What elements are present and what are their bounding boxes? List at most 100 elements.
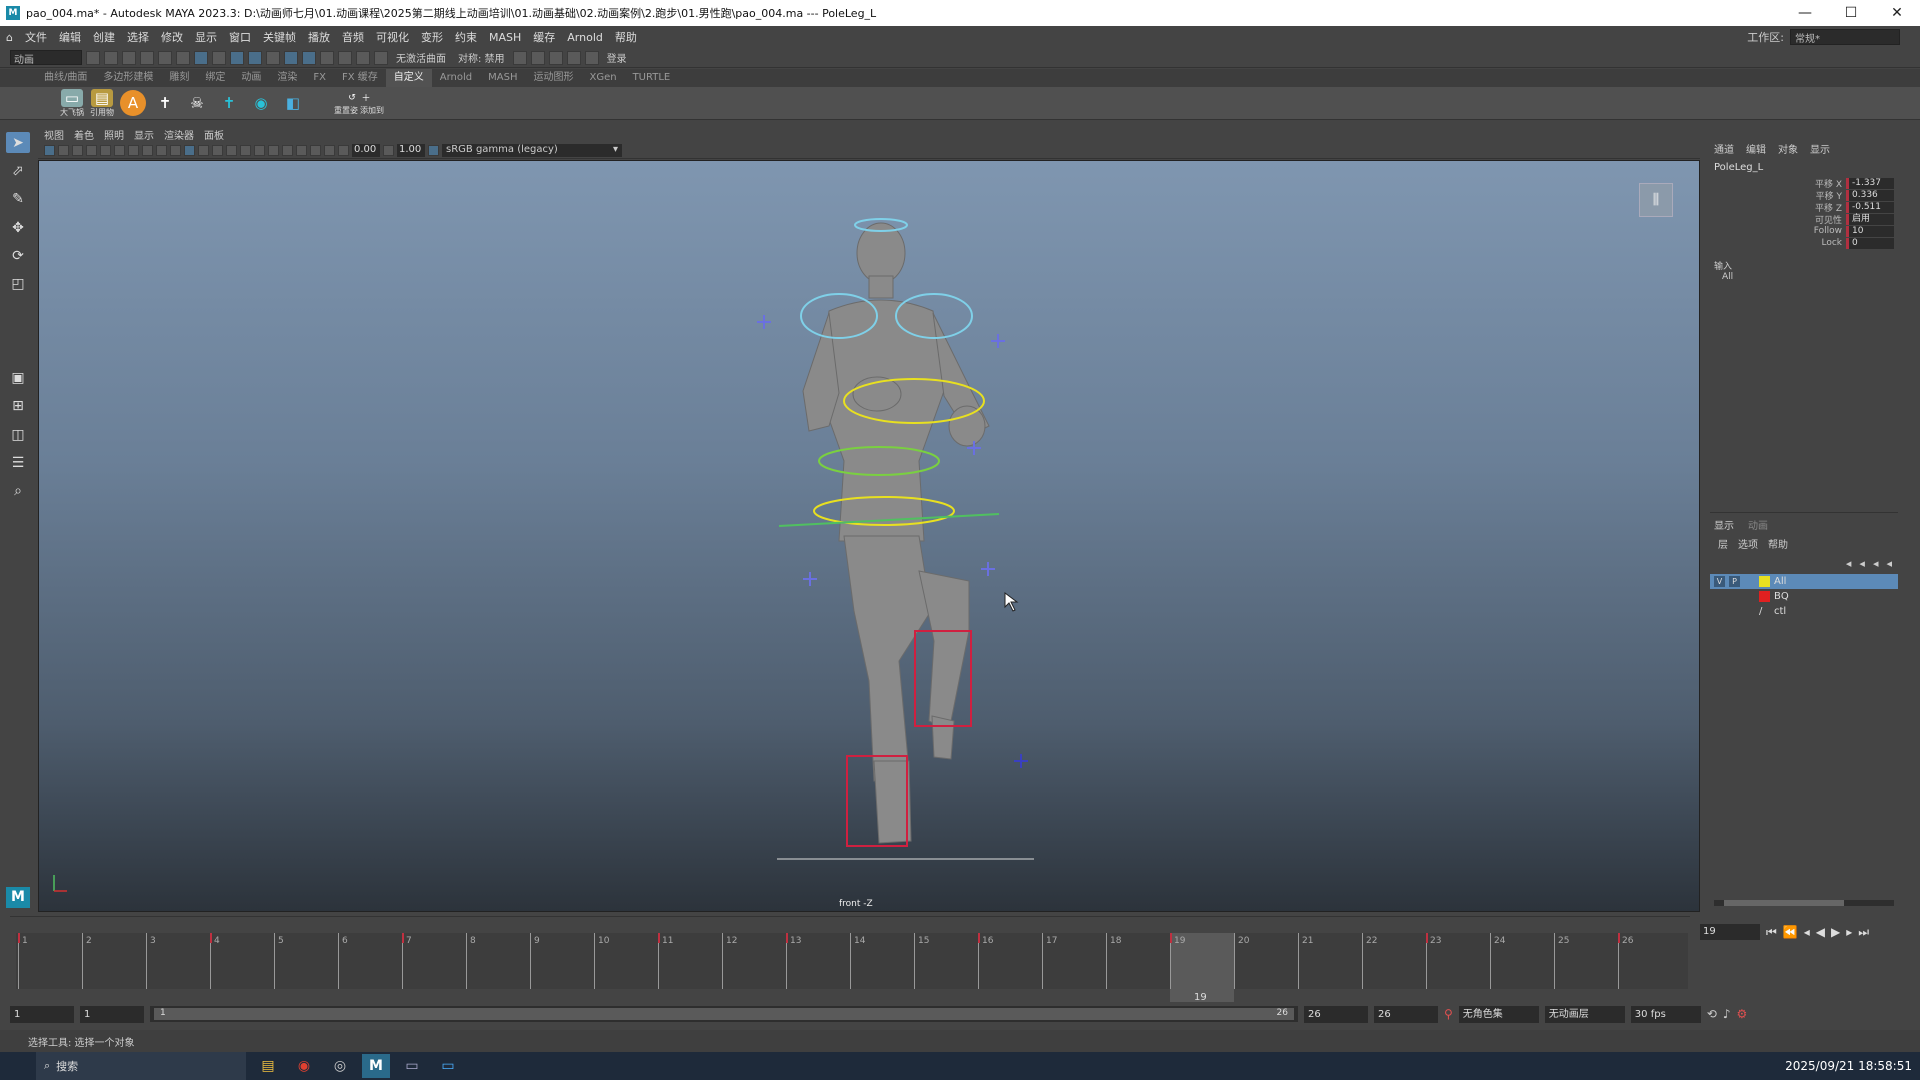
menu-cache[interactable]: 缓存	[533, 29, 555, 45]
render-view-icon[interactable]	[512, 50, 527, 65]
current-frame-field[interactable]: 19	[1700, 924, 1760, 940]
attr-value[interactable]: 10	[1846, 225, 1894, 237]
minimize-button[interactable]: —	[1782, 5, 1828, 21]
layer-name[interactable]: ctl	[1774, 606, 1786, 617]
panel-menu-renderer[interactable]: 渲染器	[164, 127, 194, 142]
media-app-icon[interactable]: ◎	[326, 1054, 354, 1078]
chrome-icon[interactable]: ◉	[290, 1054, 318, 1078]
symmetry-label[interactable]: 对称: 禁用	[458, 50, 505, 65]
layer-name[interactable]: All	[1774, 576, 1786, 587]
xray-joints-icon[interactable]	[324, 144, 335, 156]
move-tool-icon[interactable]: ✥	[6, 217, 30, 238]
target-icon[interactable]: ◉	[248, 90, 274, 116]
menu-modify[interactable]: 修改	[161, 29, 183, 45]
attr-value[interactable]: -1.337	[1846, 177, 1894, 189]
arnold-icon[interactable]: A	[120, 90, 146, 116]
gamma-field[interactable]: 1.00	[397, 143, 425, 157]
pole-leg-r[interactable]	[981, 562, 995, 576]
shelf-tab-animation[interactable]: 动画	[233, 69, 269, 87]
attr-row[interactable]: Follow 10	[1710, 225, 1898, 237]
live-surface-label[interactable]: 无激活曲面	[396, 50, 446, 65]
shadows-icon[interactable]	[240, 144, 251, 156]
lasso-tool-icon[interactable]: ⬀	[6, 160, 30, 181]
layer-visibility[interactable]	[1714, 606, 1725, 617]
keyframe-marker[interactable]	[402, 933, 404, 943]
maximize-button[interactable]: ☐	[1828, 5, 1874, 21]
new-layer-icon[interactable]: ◂	[1873, 557, 1879, 570]
inputs-label[interactable]: 输入	[1714, 259, 1898, 272]
layer-type-toggle[interactable]	[1744, 591, 1755, 602]
attr-value[interactable]: 0.336	[1846, 189, 1894, 201]
antialias-icon[interactable]	[282, 144, 293, 156]
layer-playback[interactable]	[1729, 591, 1740, 602]
menu-deform[interactable]: 变形	[421, 29, 443, 45]
viewport[interactable]: ⫼ front -Z	[38, 160, 1700, 912]
time-track[interactable]: 19 1 2 3 4 5 6 7 8 9 10 11 12 13 14 15 16 17 18 19 20 21 22 23…	[16, 933, 1688, 1009]
attr-value[interactable]: 0	[1846, 237, 1894, 249]
shelf-tab-motion-graphics[interactable]: 运动图形	[525, 69, 581, 87]
select-object-icon[interactable]	[194, 50, 208, 65]
keyframe-marker[interactable]	[978, 933, 980, 943]
keyframe-marker[interactable]	[18, 933, 20, 943]
snap-point-icon[interactable]	[266, 50, 280, 65]
camera-attr-icon[interactable]	[58, 144, 69, 156]
color-management-icon[interactable]	[428, 144, 439, 156]
shelf-tab-custom[interactable]: 自定义	[385, 69, 432, 87]
go-to-end-icon[interactable]: ⏭	[1858, 925, 1869, 940]
snap-curve-icon[interactable]	[248, 50, 262, 65]
layer-menu-help[interactable]: 帮助	[1768, 536, 1788, 551]
shelf-tab-xgen[interactable]: XGen	[581, 69, 624, 87]
gate-mask-icon[interactable]	[142, 144, 153, 156]
layer-type-toggle[interactable]	[1744, 606, 1755, 617]
menu-windows[interactable]: 窗口	[229, 29, 251, 45]
construction-icon[interactable]	[356, 50, 370, 65]
layer-color-swatch[interactable]	[1759, 576, 1770, 587]
textured-icon[interactable]	[212, 144, 223, 156]
menu-set-select[interactable]: 动画	[10, 50, 82, 66]
shelf-tab-turtle[interactable]: TURTLE	[625, 69, 679, 87]
open-scene-icon[interactable]	[104, 50, 118, 65]
layer-down-icon[interactable]: ◂	[1859, 557, 1865, 570]
skeleton-icon[interactable]: ✝	[152, 90, 178, 116]
bookmark-icon[interactable]	[72, 144, 83, 156]
menu-key[interactable]: 关键帧	[263, 29, 296, 45]
shelf-tab-fx-cache[interactable]: FX 缓存	[334, 69, 386, 87]
layer-menu-layers[interactable]: 层	[1718, 536, 1728, 551]
menu-arnold[interactable]: Arnold	[567, 31, 603, 44]
layer-playback[interactable]	[1729, 606, 1740, 617]
keyframe-marker[interactable]	[658, 933, 660, 943]
step-forward-frame-icon[interactable]: ▸	[1846, 925, 1852, 939]
menu-audio[interactable]: 音频	[342, 29, 364, 45]
channelbox-tab-edit[interactable]: 编辑	[1746, 141, 1766, 156]
sound-icon[interactable]: ♪	[1723, 1007, 1731, 1021]
attr-row[interactable]: 平移 Y 0.336	[1710, 189, 1898, 202]
select-tool-icon[interactable]: ➤	[6, 132, 30, 154]
fps-select[interactable]: 30 fps	[1630, 1005, 1701, 1023]
menu-constrain[interactable]: 约束	[455, 29, 477, 45]
layer-visibility[interactable]: V	[1714, 576, 1725, 587]
ao-icon[interactable]	[254, 144, 265, 156]
render-icon[interactable]	[530, 50, 545, 65]
keyframe-marker[interactable]	[1170, 933, 1172, 943]
layer-scrollbar[interactable]	[1714, 900, 1894, 906]
taskbar-search[interactable]: ⌕ 搜索	[36, 1052, 246, 1080]
anim-end-field[interactable]: 26	[1304, 1005, 1368, 1023]
layer-menu-options[interactable]: 选项	[1738, 536, 1758, 551]
anim-prefs-icon[interactable]: ⚙	[1737, 1007, 1748, 1021]
pole-leg-l[interactable]	[803, 572, 817, 586]
channelbox-tab-channels[interactable]: 通道	[1714, 141, 1734, 156]
four-pane-icon[interactable]: ⊞	[6, 396, 30, 417]
shelf-tool-2[interactable]: ▤ 引用物	[90, 88, 114, 118]
menu-help[interactable]: 帮助	[615, 29, 637, 45]
step-back-frame-icon[interactable]: ◂	[1804, 925, 1810, 939]
shelf-tab-mash[interactable]: MASH	[480, 69, 525, 87]
menu-playback[interactable]: 播放	[308, 29, 330, 45]
home-icon[interactable]: ⌂	[6, 31, 13, 44]
workspace-select[interactable]: 常规*	[1790, 29, 1900, 45]
shelf-tab-curves[interactable]: 曲线/曲面	[36, 69, 95, 87]
panel-menu-panels[interactable]: 面板	[204, 127, 224, 142]
menu-create[interactable]: 创建	[93, 29, 115, 45]
maya-taskbar-icon[interactable]: M	[362, 1054, 390, 1078]
motion-blur-icon[interactable]	[268, 144, 279, 156]
menu-select[interactable]: 选择	[127, 29, 149, 45]
